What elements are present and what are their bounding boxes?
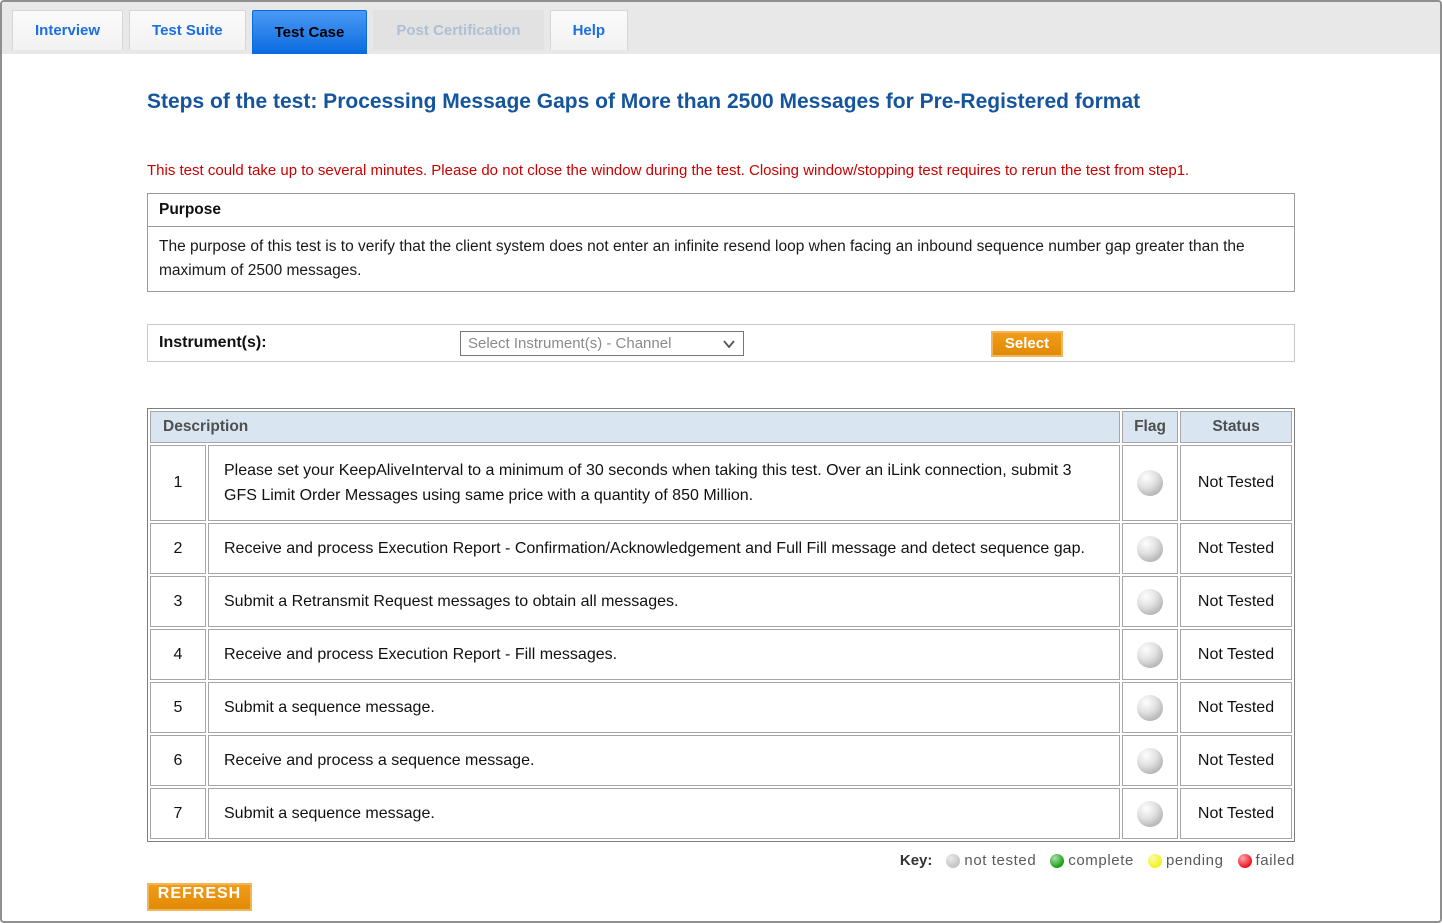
instrument-panel: Instrument(s): Select Instrument(s) - Ch… bbox=[147, 324, 1295, 362]
steps-table-header-row: Description Flag Status bbox=[150, 411, 1292, 443]
key-dot-icon bbox=[946, 854, 960, 868]
status-value: Not Tested bbox=[1180, 523, 1292, 574]
flag-indicator-icon bbox=[1137, 536, 1163, 562]
step-number: 3 bbox=[150, 576, 206, 627]
key-dot-icon bbox=[1148, 854, 1162, 868]
step-description: Submit a sequence message. bbox=[208, 788, 1120, 839]
table-row: 3 Submit a Retransmit Request messages t… bbox=[150, 576, 1292, 627]
step-description: Receive and process Execution Report - F… bbox=[208, 629, 1120, 680]
flag-indicator-icon bbox=[1137, 642, 1163, 668]
table-row: 7 Submit a sequence message. Not Tested bbox=[150, 788, 1292, 839]
key-item-failed: failed bbox=[1238, 852, 1295, 869]
instrument-dropdown[interactable]: Select Instrument(s) - Channel bbox=[460, 331, 744, 356]
column-header-status: Status bbox=[1180, 411, 1292, 443]
table-row: 5 Submit a sequence message. Not Tested bbox=[150, 682, 1292, 733]
purpose-heading: Purpose bbox=[148, 194, 1294, 227]
key-item-complete: complete bbox=[1050, 852, 1134, 869]
table-row: 4 Receive and process Execution Report -… bbox=[150, 629, 1292, 680]
refresh-button[interactable]: REFRESH bbox=[147, 883, 252, 911]
key-title: Key: bbox=[900, 852, 933, 869]
tab-help[interactable]: Help bbox=[550, 10, 629, 50]
key-label: pending bbox=[1166, 852, 1224, 869]
step-number: 4 bbox=[150, 629, 206, 680]
status-key-items: not tested complete pending failed bbox=[946, 852, 1295, 869]
status-value: Not Tested bbox=[1180, 682, 1292, 733]
step-description: Submit a Retransmit Request messages to … bbox=[208, 576, 1120, 627]
status-value: Not Tested bbox=[1180, 735, 1292, 786]
tab-label: Help bbox=[573, 22, 606, 39]
status-value: Not Tested bbox=[1180, 445, 1292, 521]
step-description: Receive and process a sequence message. bbox=[208, 735, 1120, 786]
step-flag-cell bbox=[1122, 523, 1178, 574]
flag-indicator-icon bbox=[1137, 589, 1163, 615]
key-dot-icon bbox=[1050, 854, 1064, 868]
step-description: Please set your KeepAliveInterval to a m… bbox=[208, 445, 1120, 521]
tab-test-case[interactable]: Test Case bbox=[252, 10, 368, 54]
tab-bar: Interview Test Suite Test Case Post Cert… bbox=[2, 2, 1440, 54]
step-description: Receive and process Execution Report - C… bbox=[208, 523, 1120, 574]
column-header-description: Description bbox=[150, 411, 1120, 443]
step-number: 2 bbox=[150, 523, 206, 574]
table-row: 2 Receive and process Execution Report -… bbox=[150, 523, 1292, 574]
steps-table-body: 1 Please set your KeepAliveInterval to a… bbox=[150, 445, 1292, 839]
flag-indicator-icon bbox=[1137, 801, 1163, 827]
step-number: 6 bbox=[150, 735, 206, 786]
status-value: Not Tested bbox=[1180, 629, 1292, 680]
step-flag-cell bbox=[1122, 629, 1178, 680]
key-item-pending: pending bbox=[1148, 852, 1224, 869]
tab-label: Post Certification bbox=[396, 22, 520, 39]
purpose-panel: Purpose The purpose of this test is to v… bbox=[147, 193, 1295, 292]
tab-post-certification: Post Certification bbox=[373, 10, 543, 50]
instrument-dropdown-value: Select Instrument(s) - Channel bbox=[468, 335, 671, 352]
step-flag-cell bbox=[1122, 445, 1178, 521]
select-button[interactable]: Select bbox=[991, 331, 1063, 357]
purpose-text: The purpose of this test is to verify th… bbox=[148, 227, 1294, 291]
step-number: 1 bbox=[150, 445, 206, 521]
table-row: 1 Please set your KeepAliveInterval to a… bbox=[150, 445, 1292, 521]
step-number: 7 bbox=[150, 788, 206, 839]
key-label: not tested bbox=[964, 852, 1036, 869]
instrument-label: Instrument(s): bbox=[159, 334, 267, 352]
step-flag-cell bbox=[1122, 735, 1178, 786]
key-label: failed bbox=[1256, 852, 1295, 869]
steps-table: Description Flag Status 1 Please set you… bbox=[147, 408, 1295, 842]
app-window: Interview Test Suite Test Case Post Cert… bbox=[0, 0, 1442, 923]
flag-indicator-icon bbox=[1137, 695, 1163, 721]
main-content: Steps of the test: Processing Message Ga… bbox=[2, 90, 1440, 911]
chevron-down-icon bbox=[723, 340, 735, 348]
tab-test-suite[interactable]: Test Suite bbox=[129, 10, 246, 50]
key-label: complete bbox=[1068, 852, 1134, 869]
status-value: Not Tested bbox=[1180, 576, 1292, 627]
tab-label: Interview bbox=[35, 22, 100, 39]
step-number: 5 bbox=[150, 682, 206, 733]
warning-message: This test could take up to several minut… bbox=[147, 162, 1295, 179]
tab-interview[interactable]: Interview bbox=[12, 10, 123, 50]
step-flag-cell bbox=[1122, 682, 1178, 733]
step-flag-cell bbox=[1122, 788, 1178, 839]
tab-label: Test Suite bbox=[152, 22, 223, 39]
flag-indicator-icon bbox=[1137, 748, 1163, 774]
tab-label: Test Case bbox=[275, 24, 345, 41]
table-row: 6 Receive and process a sequence message… bbox=[150, 735, 1292, 786]
column-header-flag: Flag bbox=[1122, 411, 1178, 443]
flag-indicator-icon bbox=[1137, 470, 1163, 496]
status-value: Not Tested bbox=[1180, 788, 1292, 839]
step-description: Submit a sequence message. bbox=[208, 682, 1120, 733]
step-flag-cell bbox=[1122, 576, 1178, 627]
status-key: Key: not tested complete pending failed bbox=[147, 852, 1295, 869]
page-title: Steps of the test: Processing Message Ga… bbox=[147, 90, 1295, 114]
key-item-not-tested: not tested bbox=[946, 852, 1036, 869]
key-dot-icon bbox=[1238, 854, 1252, 868]
